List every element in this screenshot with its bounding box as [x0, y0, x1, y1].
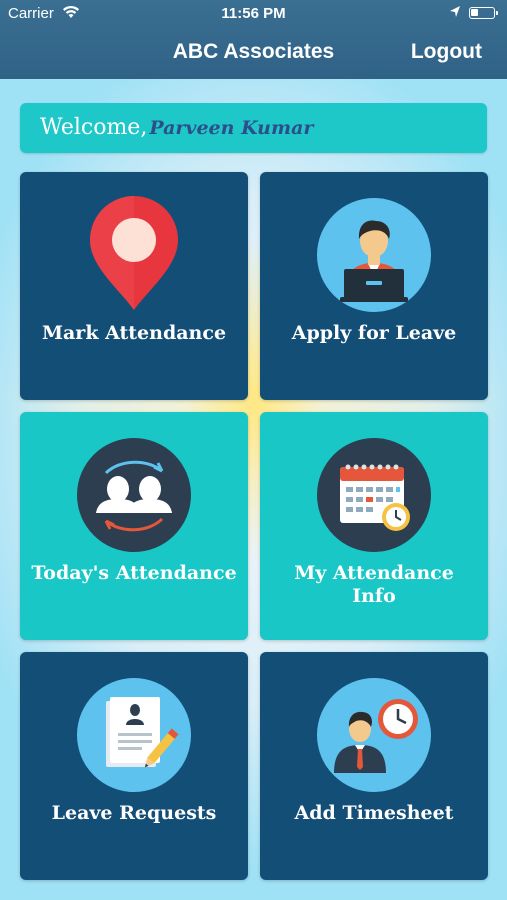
users-sync-icon [77, 438, 191, 552]
tile-label: Mark Attendance [41, 322, 227, 344]
navigation-bar: Carrier 11:56 PM ABC Associates Logout [0, 0, 507, 79]
battery-icon [469, 7, 498, 19]
tile-label: My Attendance [294, 562, 454, 584]
location-pin-icon [90, 196, 178, 310]
logout-button[interactable]: Logout [411, 40, 482, 64]
user-name: Parveen Kumar [149, 117, 314, 139]
tile-label-line2: Info [352, 585, 396, 607]
document-pencil-icon [77, 678, 191, 792]
todays-attendance-tile[interactable]: Today's Attendance [20, 412, 248, 640]
my-attendance-info-tile[interactable]: My Attendance Info [260, 412, 488, 640]
tile-label: Today's Attendance [31, 562, 237, 584]
location-arrow-icon [449, 5, 461, 23]
status-bar: Carrier 11:56 PM [0, 0, 507, 28]
leave-requests-tile[interactable]: Leave Requests [20, 652, 248, 880]
tile-label: Apply for Leave [291, 322, 457, 344]
add-timesheet-tile[interactable]: Add Timesheet [260, 652, 488, 880]
tile-label: Add Timesheet [294, 802, 454, 824]
person-laptop-icon [317, 198, 431, 312]
welcome-banner: Welcome, Parveen Kumar [20, 103, 487, 153]
calendar-clock-icon [317, 438, 431, 552]
tile-label: Leave Requests [51, 802, 217, 824]
mark-attendance-tile[interactable]: Mark Attendance [20, 172, 248, 400]
welcome-greeting: Welcome, [40, 115, 148, 140]
apply-for-leave-tile[interactable]: Apply for Leave [260, 172, 488, 400]
clock-label: 11:56 PM [221, 5, 286, 22]
person-clock-icon [317, 678, 431, 792]
